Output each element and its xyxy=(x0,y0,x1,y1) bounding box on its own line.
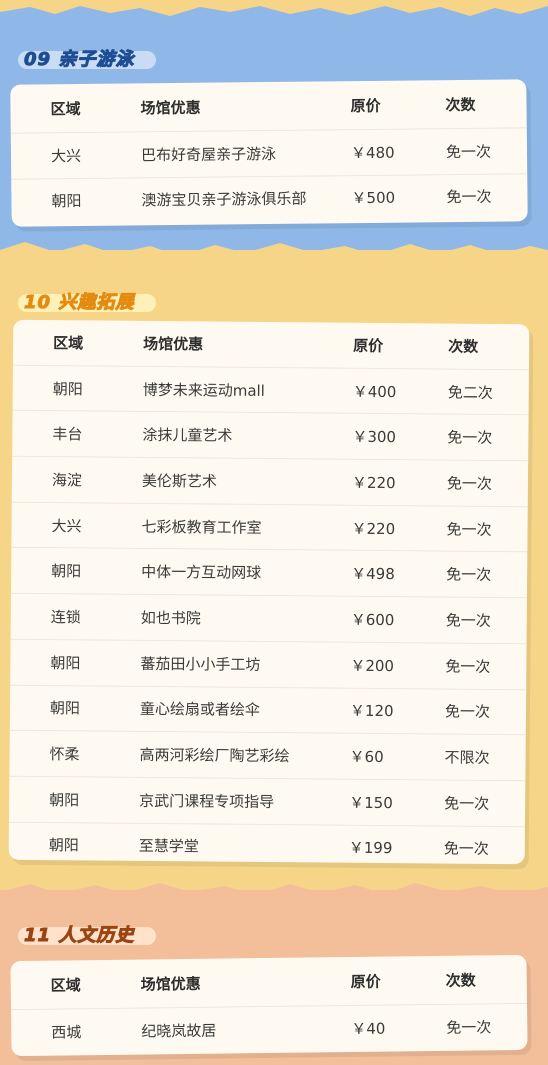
section-title-10: 10 兴趣拓展 xyxy=(18,285,157,317)
table-row: 朝阳 蕃茄田小小手工坊 ￥200 免一次 xyxy=(10,639,527,690)
cell-venue: 如也书院 xyxy=(140,608,201,628)
cell-price: ￥600 xyxy=(350,610,395,630)
cell-region: 朝阳 xyxy=(48,836,79,855)
cell-times: 免一次 xyxy=(445,611,491,630)
cell-price: ￥498 xyxy=(351,564,395,584)
cell-region: 丰台 xyxy=(52,425,83,444)
cell-region: 海淀 xyxy=(51,471,83,490)
table-row: 朝阳 京武门课程专项指导 ￥150 免一次 xyxy=(8,776,526,827)
cell-venue: 美伦斯艺术 xyxy=(141,471,218,491)
header-price: 原价 xyxy=(353,336,384,355)
cell-price: ￥480 xyxy=(350,143,395,162)
table-row: 朝阳 至慧学堂 ￥199 免一次 xyxy=(9,822,525,871)
table-row: 朝阳 中体一方互动网球 ￥498 免一次 xyxy=(10,548,528,599)
cell-region: 大兴 xyxy=(51,516,82,535)
header-times: 次数 xyxy=(445,970,476,990)
cell-price: ￥199 xyxy=(348,839,393,858)
cell-times: 免一次 xyxy=(446,474,493,493)
header-venue: 场馆优惠 xyxy=(140,98,201,117)
section-title-11: 11 人文历史 xyxy=(18,918,157,950)
cell-region: 西城 xyxy=(51,1023,82,1042)
table-row: 丰台 涂抹儿童艺术 ￥300 免一次 xyxy=(12,411,529,462)
table-card-10: 区域 场馆优惠 原价 次数 朝阳 博梦未来运动mall ￥400 免二次 丰台 … xyxy=(8,319,530,865)
cell-times: 免一次 xyxy=(445,657,491,676)
cell-venue: 纪晓岚故居 xyxy=(141,1021,217,1041)
table-row: 朝阳 童心绘扇或者绘伞 ￥120 免一次 xyxy=(9,685,527,736)
cell-region: 朝阳 xyxy=(51,192,82,211)
cell-venue: 至慧学堂 xyxy=(138,837,199,856)
table-row: 连锁 如也书院 ￥600 免一次 xyxy=(10,593,527,645)
cell-region: 朝阳 xyxy=(49,699,81,718)
header-venue: 场馆优惠 xyxy=(140,974,201,994)
cell-venue: 博梦未来运动mall xyxy=(142,380,265,400)
cell-price: ￥200 xyxy=(350,656,395,675)
table-row: 大兴 七彩板教育工作室 ￥220 免一次 xyxy=(11,502,528,553)
table-row: 西城 纪晓岚故居 ￥40 免一次 xyxy=(11,1004,528,1055)
cell-times: 免一次 xyxy=(446,1018,492,1037)
cell-price: ￥500 xyxy=(351,188,396,208)
table-header: 区域 场馆优惠 原价 次数 xyxy=(12,319,530,370)
section-title-text: 11 人文历史 xyxy=(23,925,135,947)
torn-edge-divider-2 xyxy=(0,883,548,908)
cell-times: 免一次 xyxy=(444,794,490,813)
cell-venue: 京武门课程专项指导 xyxy=(139,791,275,811)
cell-times: 免一次 xyxy=(444,702,491,722)
header-venue: 场馆优惠 xyxy=(143,334,204,354)
cell-times: 免一次 xyxy=(447,428,493,448)
table-row: 海淀 美伦斯艺术 ￥220 免一次 xyxy=(11,456,529,508)
torn-edge-divider-1 xyxy=(0,242,548,268)
cell-price: ￥220 xyxy=(351,519,396,538)
section-title-text: 10 兴趣拓展 xyxy=(23,292,135,314)
header-region: 区域 xyxy=(53,333,84,353)
header-times: 次数 xyxy=(445,95,476,114)
cell-venue: 涂抹儿童艺术 xyxy=(142,426,233,445)
cell-region: 怀柔 xyxy=(49,745,80,764)
table-row: 朝阳 博梦未来运动mall ￥400 免二次 xyxy=(12,365,529,416)
cell-region: 朝阳 xyxy=(52,379,83,398)
cell-venue: 蕃茄田小小手工坊 xyxy=(140,654,261,674)
table-header: 区域 场馆优惠 原价 次数 xyxy=(10,79,527,134)
cell-times: 免一次 xyxy=(446,520,492,539)
cell-times: 免一次 xyxy=(446,187,492,207)
cell-times: 不限次 xyxy=(444,748,490,767)
cell-price: ￥60 xyxy=(349,747,384,767)
cell-times: 免一次 xyxy=(446,565,492,585)
torn-edge-top xyxy=(0,0,548,16)
cell-price: ￥40 xyxy=(351,1019,386,1038)
cell-venue: 七彩板教育工作室 xyxy=(141,517,262,537)
cell-venue: 澳游宝贝亲子游泳俱乐部 xyxy=(141,189,307,210)
cell-region: 大兴 xyxy=(50,146,82,166)
cell-venue: 巴布好奇屋亲子游泳 xyxy=(140,144,277,165)
section-title-09: 09 亲子游泳 xyxy=(18,42,157,74)
cell-times: 免二次 xyxy=(447,383,493,402)
cell-price: ￥300 xyxy=(352,427,397,447)
cell-price: ￥120 xyxy=(349,702,394,721)
cell-venue: 中体一方互动网球 xyxy=(141,563,262,583)
page: 09 亲子游泳 区域 场馆优惠 原价 次数 大兴 巴布好奇屋亲子游泳 ￥480 … xyxy=(0,0,548,1065)
header-price: 原价 xyxy=(350,96,381,115)
header-region: 区域 xyxy=(50,99,81,118)
cell-price: ￥220 xyxy=(351,473,396,493)
cell-price: ￥150 xyxy=(349,793,393,812)
cell-region: 朝阳 xyxy=(51,562,82,581)
table-card-11: 区域 场馆优惠 原价 次数 西城 纪晓岚故居 ￥40 免一次 xyxy=(10,954,528,1057)
table-card-09: 区域 场馆优惠 原价 次数 大兴 巴布好奇屋亲子游泳 ￥480 免一次 朝阳 澳… xyxy=(10,79,528,227)
table-row: 大兴 巴布好奇屋亲子游泳 ￥480 免一次 xyxy=(10,128,528,180)
cell-times: 免一次 xyxy=(443,839,489,859)
table-header: 区域 场馆优惠 原价 次数 xyxy=(10,954,527,1011)
cell-venue: 童心绘扇或者绘伞 xyxy=(139,700,261,720)
cell-price: ￥400 xyxy=(352,382,397,401)
cell-region: 朝阳 xyxy=(50,653,81,673)
cell-region: 朝阳 xyxy=(49,790,80,810)
table-row: 怀柔 高两河彩绘厂陶艺彩绘 ￥60 不限次 xyxy=(9,730,526,782)
section-title-text: 09 亲子游泳 xyxy=(23,49,135,71)
header-region: 区域 xyxy=(50,975,81,995)
cell-times: 免一次 xyxy=(445,142,492,161)
cell-region: 连锁 xyxy=(50,608,81,627)
table-row: 朝阳 澳游宝贝亲子游泳俱乐部 ￥500 免一次 xyxy=(11,174,527,224)
header-price: 原价 xyxy=(350,972,381,991)
cell-venue: 高两河彩绘厂陶艺彩绘 xyxy=(139,745,290,766)
header-times: 次数 xyxy=(448,337,479,356)
